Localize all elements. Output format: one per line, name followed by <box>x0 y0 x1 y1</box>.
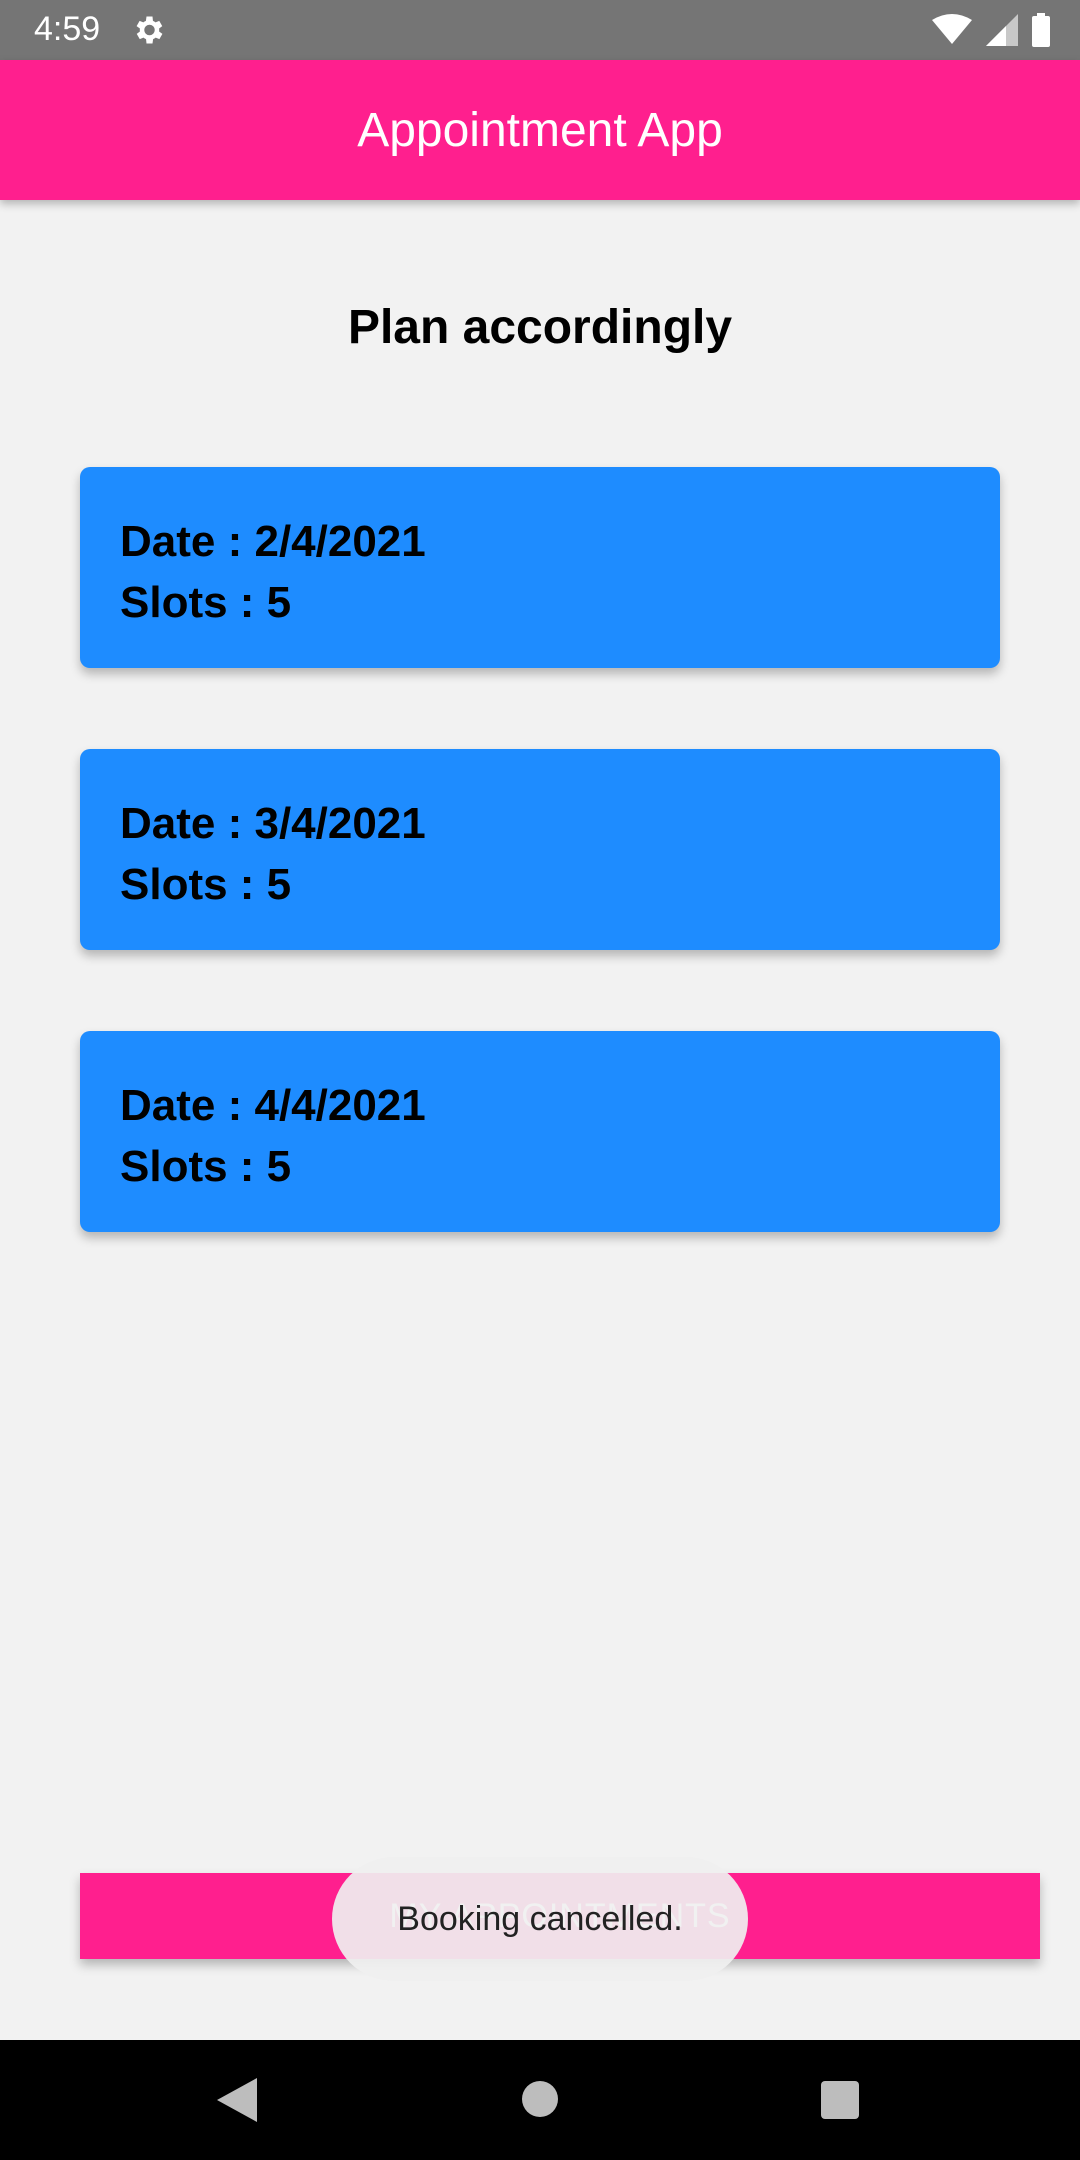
card-slots: Slots : 5 <box>120 860 292 909</box>
card-date: Date : 2/4/2021 <box>120 517 426 566</box>
card-date: Date : 4/4/2021 <box>120 1081 426 1130</box>
home-icon[interactable] <box>522 2081 558 2117</box>
card-slots: Slots : 5 <box>120 1142 292 1191</box>
page-heading: Plan accordingly <box>347 301 733 354</box>
date-card[interactable]: Date : 4/4/2021 Slots : 5 <box>80 1031 1000 1232</box>
status-bar: 4:59 <box>0 0 1080 60</box>
app-title: Appointment App <box>357 103 723 157</box>
gear-icon <box>136 16 163 44</box>
wifi-icon <box>932 14 972 44</box>
status-time: 4:59 <box>34 10 101 48</box>
date-card[interactable]: Date : 3/4/2021 Slots : 5 <box>80 749 1000 950</box>
battery-icon <box>1032 13 1050 47</box>
date-card[interactable]: Date : 2/4/2021 Slots : 5 <box>80 467 1000 668</box>
recents-icon[interactable] <box>821 2081 859 2119</box>
back-icon[interactable] <box>217 2078 257 2122</box>
card-date: Date : 3/4/2021 <box>120 799 426 848</box>
app-bar: Appointment App <box>0 60 1080 200</box>
status-icons <box>932 12 1050 48</box>
toast-message: Booking cancelled. <box>332 1857 748 1981</box>
card-slots: Slots : 5 <box>120 578 292 627</box>
navigation-bar <box>0 2040 1080 2160</box>
signal-icon <box>986 14 1018 46</box>
